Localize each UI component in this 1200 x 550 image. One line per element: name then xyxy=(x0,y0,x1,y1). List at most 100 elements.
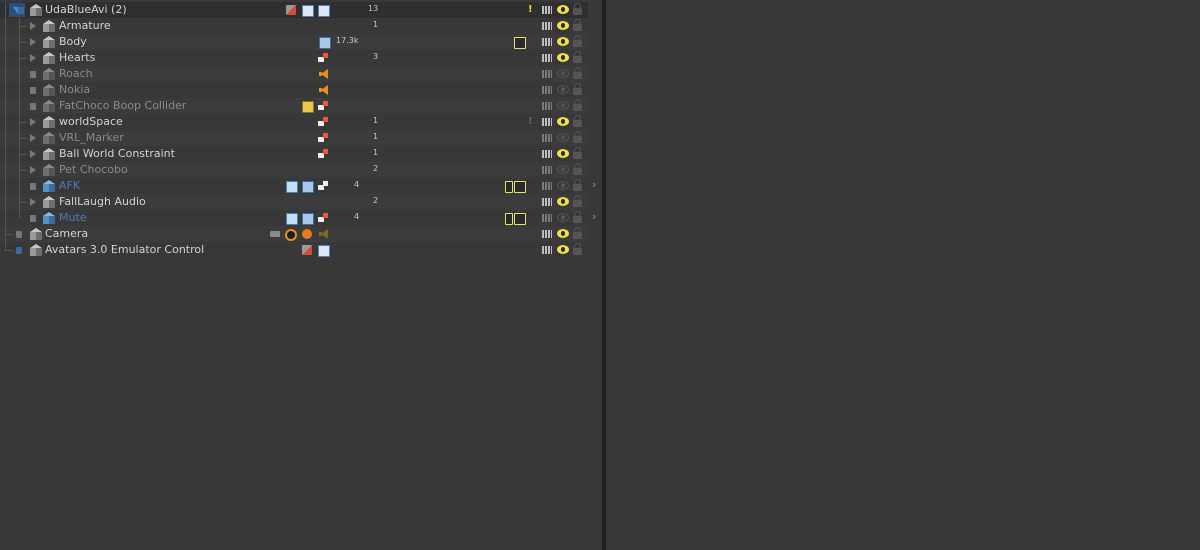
gameobject-label: Avatars 3.0 Emulator Control xyxy=(45,243,205,256)
static-toggle-icon[interactable] xyxy=(542,102,552,110)
foldout-arrow-icon[interactable] xyxy=(30,134,36,142)
visibility-eye-off-icon[interactable] xyxy=(557,181,569,190)
child-count: 2 xyxy=(373,196,379,205)
hierarchy-panel[interactable]: UdaBlueAvi (2) 13 ! Armature 1 Body 17.3… xyxy=(0,0,602,550)
hierarchy-row-body[interactable]: Body 17.3k xyxy=(0,34,588,50)
lock-icon[interactable] xyxy=(573,19,582,31)
static-toggle-icon[interactable] xyxy=(542,54,552,62)
static-toggle-icon[interactable] xyxy=(542,166,552,174)
visibility-eye-icon[interactable] xyxy=(557,37,569,46)
foldout-arrow-icon[interactable] xyxy=(30,54,36,62)
hierarchy-row-fatchoco-boop-collider[interactable]: FatChoco Boop Collider xyxy=(0,98,588,114)
lock-icon[interactable] xyxy=(573,3,582,15)
foldout-arrow-icon[interactable] xyxy=(30,118,36,126)
hierarchy-row-armature[interactable]: Armature 1 xyxy=(0,18,588,34)
hierarchy-row-udablueavi[interactable]: UdaBlueAvi (2) 13 ! xyxy=(0,2,588,18)
foldout-arrow-icon[interactable] xyxy=(30,166,36,174)
visibility-eye-off-icon[interactable] xyxy=(557,133,569,142)
scene-visibility-icon[interactable] xyxy=(30,215,36,222)
triangle-count: 17.3k xyxy=(336,36,359,45)
scene-visibility-icon[interactable] xyxy=(18,7,24,14)
gameobject-label: Mute xyxy=(59,211,87,224)
lock-icon[interactable] xyxy=(573,35,582,47)
visibility-eye-icon[interactable] xyxy=(557,21,569,30)
material-grid-icon xyxy=(514,181,526,193)
hierarchy-row-camera[interactable]: Camera xyxy=(0,226,588,242)
flare-layer-icon xyxy=(302,229,312,239)
lock-icon[interactable] xyxy=(573,147,582,159)
lock-icon[interactable] xyxy=(573,163,582,175)
lock-icon[interactable] xyxy=(573,51,582,63)
visibility-eye-off-icon[interactable] xyxy=(557,213,569,222)
lock-icon[interactable] xyxy=(573,179,582,191)
visibility-eye-icon[interactable] xyxy=(557,197,569,206)
static-toggle-icon[interactable] xyxy=(542,230,552,238)
visibility-eye-off-icon[interactable] xyxy=(557,85,569,94)
chevron-right-icon[interactable]: › xyxy=(592,210,596,223)
prefab-cube-icon xyxy=(43,180,55,192)
static-toggle-icon[interactable] xyxy=(542,246,552,254)
foldout-arrow-icon[interactable] xyxy=(30,198,36,206)
lock-icon[interactable] xyxy=(573,83,582,95)
script-icon xyxy=(302,5,314,17)
lock-icon[interactable] xyxy=(573,227,582,239)
lock-icon[interactable] xyxy=(573,115,582,127)
material-grid-icon xyxy=(514,37,526,49)
visibility-eye-icon[interactable] xyxy=(557,149,569,158)
hierarchy-row-hearts[interactable]: Hearts 3 xyxy=(0,50,588,66)
static-toggle-icon[interactable] xyxy=(542,70,552,78)
static-toggle-icon[interactable] xyxy=(542,134,552,142)
visibility-eye-off-icon[interactable] xyxy=(557,165,569,174)
visibility-eye-icon[interactable] xyxy=(557,53,569,62)
chevron-right-icon[interactable]: › xyxy=(592,178,596,191)
static-toggle-icon[interactable] xyxy=(542,198,552,206)
static-toggle-icon[interactable] xyxy=(542,86,552,94)
visibility-eye-off-icon[interactable] xyxy=(557,69,569,78)
static-toggle-icon[interactable] xyxy=(542,38,552,46)
lock-icon[interactable] xyxy=(573,195,582,207)
scene-visibility-icon[interactable] xyxy=(16,247,22,254)
static-toggle-icon[interactable] xyxy=(542,214,552,222)
lock-icon[interactable] xyxy=(573,99,582,111)
scene-visibility-icon[interactable] xyxy=(16,231,22,238)
gameobject-label: FatChoco Boop Collider xyxy=(59,99,187,112)
gameobject-cube-icon xyxy=(30,228,42,240)
hierarchy-row-vrl-marker[interactable]: VRL_Marker 1 xyxy=(0,130,588,146)
scene-visibility-icon[interactable] xyxy=(30,183,36,190)
visibility-eye-icon[interactable] xyxy=(557,245,569,254)
hierarchy-row-worldspace[interactable]: worldSpace 1 ! xyxy=(0,114,588,130)
hierarchy-row-pet-chocobo[interactable]: Pet Chocobo 2 xyxy=(0,162,588,178)
hierarchy-row-falllaugh-audio[interactable]: FallLaugh Audio 2 xyxy=(0,194,588,210)
lock-icon[interactable] xyxy=(573,211,582,223)
visibility-eye-icon[interactable] xyxy=(557,229,569,238)
transform-icon xyxy=(318,117,328,127)
static-toggle-icon[interactable] xyxy=(542,150,552,158)
camera-target-icon xyxy=(285,229,297,241)
hierarchy-row-nokia[interactable]: Nokia xyxy=(0,82,588,98)
static-toggle-icon[interactable] xyxy=(542,182,552,190)
visibility-eye-icon[interactable] xyxy=(557,117,569,126)
visibility-eye-icon[interactable] xyxy=(557,5,569,14)
scene-visibility-icon[interactable] xyxy=(30,71,36,78)
child-count: 3 xyxy=(373,52,379,61)
lock-icon[interactable] xyxy=(573,243,582,255)
prefab-marker-icon xyxy=(505,213,513,225)
foldout-arrow-icon[interactable] xyxy=(30,150,36,158)
scene-visibility-icon[interactable] xyxy=(30,103,36,110)
static-toggle-icon[interactable] xyxy=(542,22,552,30)
static-toggle-icon[interactable] xyxy=(542,6,552,14)
static-toggle-icon[interactable] xyxy=(542,118,552,126)
transform-icon xyxy=(318,101,328,111)
lock-icon[interactable] xyxy=(573,131,582,143)
foldout-arrow-icon[interactable] xyxy=(30,38,36,46)
gameobject-label: Ball World Constraint xyxy=(59,147,175,160)
foldout-arrow-icon[interactable] xyxy=(30,22,36,30)
visibility-eye-off-icon[interactable] xyxy=(557,101,569,110)
hierarchy-row-afk[interactable]: AFK 4 › xyxy=(0,178,596,194)
hierarchy-row-mute[interactable]: Mute 4 › xyxy=(0,210,596,226)
hierarchy-row-avatars-emulator-control[interactable]: Avatars 3.0 Emulator Control xyxy=(0,242,588,258)
lock-icon[interactable] xyxy=(573,67,582,79)
scene-visibility-icon[interactable] xyxy=(30,87,36,94)
hierarchy-row-ball-world-constraint[interactable]: Ball World Constraint 1 xyxy=(0,146,588,162)
hierarchy-row-roach[interactable]: Roach xyxy=(0,66,588,82)
